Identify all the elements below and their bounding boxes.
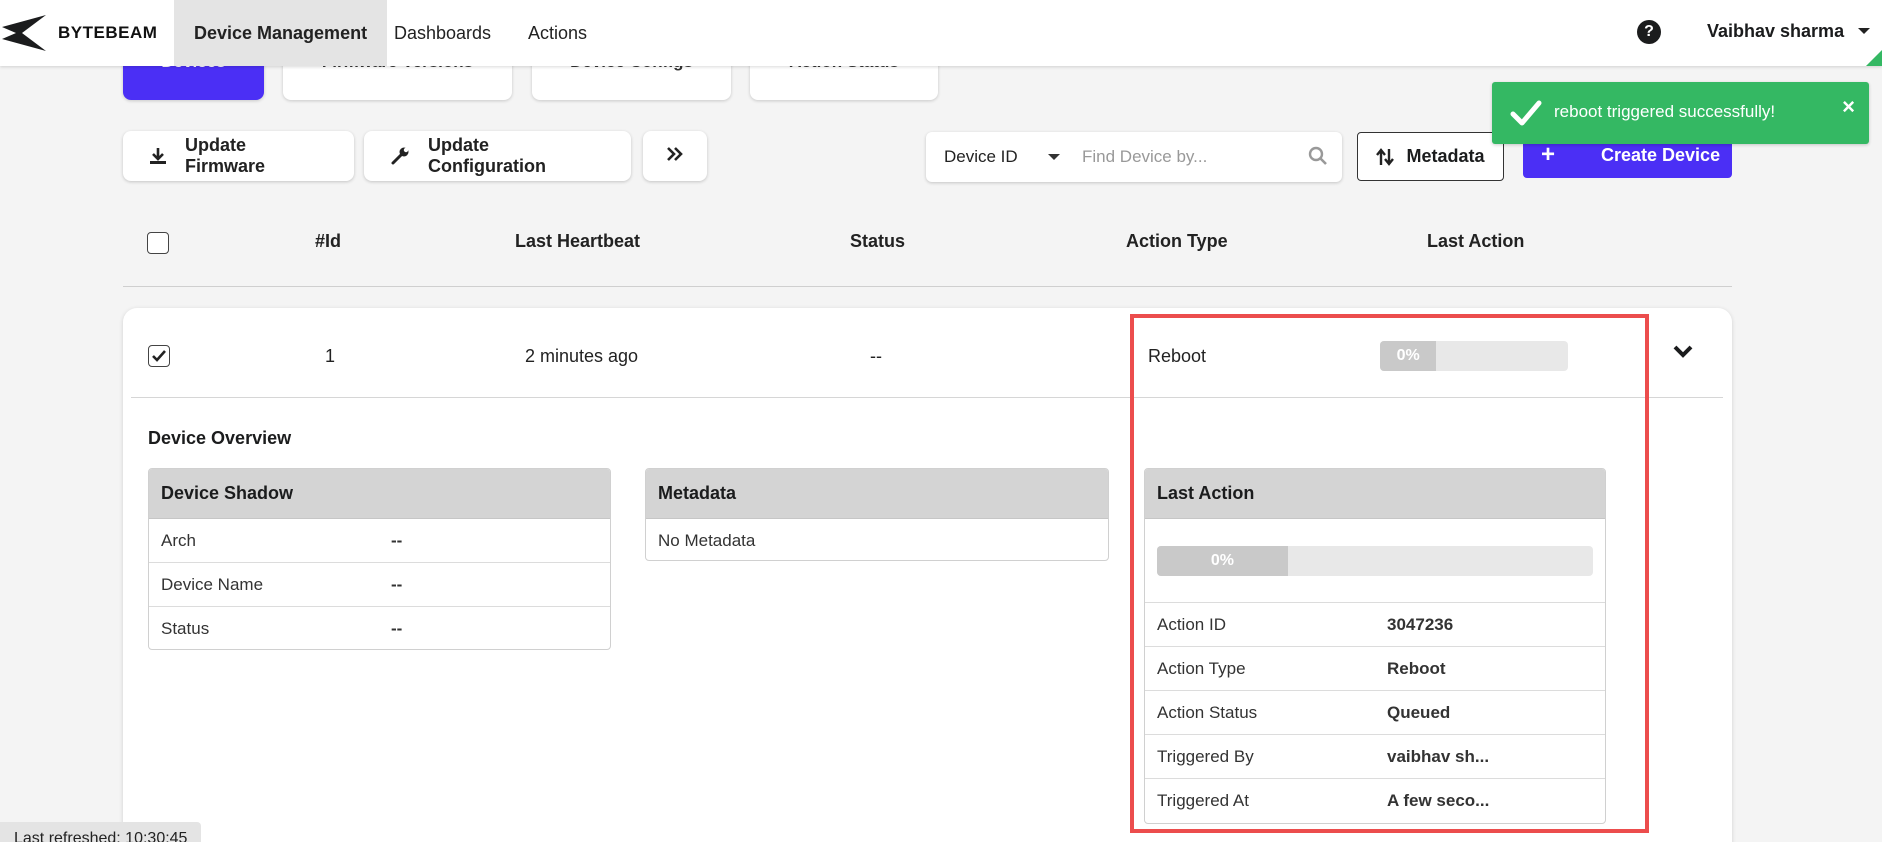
logo[interactable]: BYTEBEAM (0, 10, 157, 56)
nav-tab-device-management[interactable]: Device Management (174, 0, 388, 66)
row-key: Triggered At (1157, 791, 1249, 810)
row-divider (131, 397, 1723, 398)
more-actions-button[interactable] (643, 131, 707, 181)
plus-icon: + (1540, 141, 1555, 168)
last-action-progress: 0% (1157, 545, 1593, 576)
row-value: A few seco... (1387, 791, 1490, 810)
row-action-type: Reboot (1148, 346, 1207, 366)
header-last-action[interactable]: Last Action (1427, 231, 1524, 252)
nav-tab-actions[interactable]: Actions (508, 0, 607, 66)
progress-fill: 0% (1157, 545, 1288, 576)
last-action-row: Action Status Queued (1145, 691, 1605, 735)
select-all-checkbox[interactable] (147, 232, 169, 254)
progress-label: 0% (1396, 347, 1420, 364)
device-shadow-panel: Device Shadow Arch -- Device Name -- Statu… (148, 468, 611, 650)
row-key: Device Name (161, 574, 264, 594)
logo-text: BYTEBEAM (58, 23, 158, 42)
row-checkbox[interactable] (148, 345, 170, 367)
shadow-row: Device Name -- (149, 563, 610, 607)
row-value: Reboot (1387, 658, 1446, 678)
last-action-row: Triggered At A few seco... (1145, 779, 1605, 823)
search-input[interactable] (1082, 140, 1292, 174)
chevron-down-icon (1858, 28, 1871, 34)
sort-arrows-icon (1376, 147, 1395, 167)
row-value: -- (391, 574, 403, 594)
progress-fill: 0% (1380, 341, 1437, 371)
row-status: -- (870, 346, 882, 366)
nav-tab-label: Actions (528, 22, 588, 43)
success-toast: reboot triggered successfully! × (1492, 82, 1869, 144)
nav-tab-dashboards[interactable]: Dashboards (374, 0, 511, 66)
progress-label: 0% (1210, 551, 1234, 569)
row-key: Arch (161, 530, 196, 550)
row-key: Status (161, 619, 210, 638)
checkmark-icon (1510, 98, 1542, 133)
user-menu[interactable]: Vaibhav sharma (1707, 0, 1871, 62)
nav-tab-label: Dashboards (394, 22, 492, 43)
shadow-row: Arch -- (149, 519, 610, 563)
update-firmware-button[interactable]: Update Firmware (123, 131, 354, 181)
metadata-empty: No Metadata (646, 519, 1108, 560)
toast-message: reboot triggered successfully! (1554, 102, 1776, 121)
header-last-heartbeat[interactable]: Last Heartbeat (515, 231, 640, 252)
row-value: -- (391, 619, 403, 638)
row-value: 3047236 (1387, 614, 1454, 634)
search-select-value: Device ID (944, 147, 1018, 166)
search-field-select[interactable]: Device ID (944, 132, 1060, 182)
button-label: Create Device (1601, 144, 1721, 165)
header-divider (123, 286, 1732, 287)
help-icon[interactable]: ? (1637, 20, 1661, 44)
toast-corner (1866, 50, 1882, 66)
chevron-down-icon (1047, 154, 1060, 160)
metadata-panel: Metadata No Metadata (645, 468, 1109, 561)
double-chevron-right-icon (666, 146, 684, 167)
header-status[interactable]: Status (850, 231, 905, 252)
row-id: 1 (325, 346, 336, 366)
button-label: Update Firmware (185, 135, 266, 176)
last-action-panel: Last Action 0% Action ID 3047236 Action T… (1144, 468, 1606, 824)
row-value: Queued (1387, 702, 1451, 722)
empty-text: No Metadata (658, 531, 756, 550)
last-action-row: Triggered By vaibhav sh... (1145, 735, 1605, 779)
user-name: Vaibhav sharma (1707, 20, 1845, 41)
download-icon (149, 147, 167, 165)
button-label: Metadata (1406, 146, 1485, 166)
close-icon[interactable]: × (1842, 94, 1855, 120)
search-icon[interactable] (1308, 146, 1328, 171)
header-id[interactable]: #Id (315, 231, 341, 252)
update-configuration-button[interactable]: Update Configuration (364, 131, 631, 181)
row-value: vaibhav sh... (1387, 746, 1490, 766)
wrench-icon (390, 146, 410, 166)
row-action-progress: 0% (1380, 341, 1568, 371)
last-action-progress-row: 0% (1145, 519, 1605, 603)
last-action-row: Action ID 3047236 (1145, 603, 1605, 647)
row-last-heartbeat: 2 minutes ago (525, 346, 639, 366)
panel-title: Last Action (1145, 469, 1605, 519)
top-navigation: BYTEBEAM Device Management Dashboards Ac… (0, 0, 1882, 66)
panel-title: Metadata (646, 469, 1108, 519)
metadata-button[interactable]: Metadata (1357, 132, 1504, 181)
button-label: Update Configuration (428, 135, 546, 176)
row-key: Action Type (1157, 658, 1246, 678)
row-key: Triggered By (1157, 746, 1254, 766)
panel-title: Device Shadow (149, 469, 610, 519)
search-box: Device ID (926, 132, 1342, 182)
last-action-row: Action Type Reboot (1145, 647, 1605, 691)
checkmark-icon (152, 350, 166, 362)
device-overview-title: Device Overview (148, 428, 292, 448)
last-refreshed-label: Last refreshed: 10:30:45 (0, 822, 202, 842)
shadow-row: Status -- (149, 607, 610, 649)
chevron-down-icon[interactable] (1672, 344, 1694, 365)
row-key: Action ID (1157, 614, 1226, 634)
row-value: -- (391, 530, 403, 550)
header-action-type[interactable]: Action Type (1126, 231, 1228, 252)
row-key: Action Status (1157, 702, 1258, 722)
bytebeam-logo-icon (2, 15, 46, 51)
nav-tab-label: Device Management (194, 22, 368, 43)
